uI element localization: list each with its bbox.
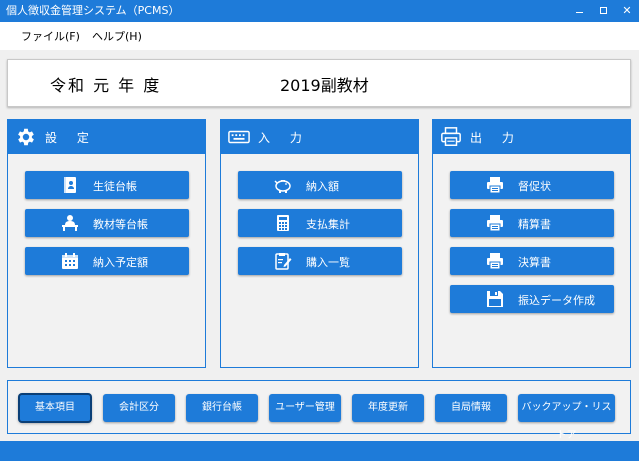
payment-summary-button[interactable]: 支払集計 — [238, 209, 402, 237]
title-bar[interactable]: 個人徴収金管理システム（PCMS） — [0, 0, 639, 22]
transfer-data-button[interactable]: 振込データ作成 — [450, 285, 614, 313]
user-management-button[interactable]: ユーザー管理 — [269, 394, 341, 422]
settings-panel: 設 定 生徒台帳 教材等台帳 納入予定額 — [7, 119, 206, 368]
materials-ledger-button[interactable]: 教材等台帳 — [25, 209, 189, 237]
keyboard-icon — [228, 130, 250, 144]
gear-icon — [18, 128, 34, 146]
menu-bar: ファイル(F) ヘルプ(H) — [0, 22, 639, 50]
purchase-list-label: 購入一覧 — [306, 256, 350, 269]
clipboard-edit-icon — [275, 253, 292, 270]
minimize-button[interactable] — [566, 0, 592, 22]
input-panel: 入 力 納入額 支払集計 購入一覧 — [220, 119, 419, 368]
printer-icon — [441, 127, 461, 146]
fiscal-year-label: 令和 元 年 度 — [50, 76, 162, 95]
student-ledger-label: 生徒台帳 — [93, 180, 137, 193]
financial-statement-label: 決算書 — [518, 256, 551, 269]
scheduled-payment-button[interactable]: 納入予定額 — [25, 247, 189, 275]
printer-icon — [487, 253, 503, 270]
fiscal-header: 令和 元 年 度 2019副教材 — [7, 59, 631, 107]
settlement-statement-button[interactable]: 精算書 — [450, 209, 614, 237]
close-button[interactable]: ✕ — [614, 0, 639, 22]
output-panel-header: 出 力 — [433, 120, 630, 154]
transfer-data-label: 振込データ作成 — [518, 294, 595, 307]
floppy-disk-icon — [487, 291, 503, 307]
printer-icon — [487, 215, 503, 232]
settings-panel-title: 設 定 — [45, 131, 97, 145]
bottom-toolbar: 基本項目 会計区分 銀行台帳 ユーザー管理 年度更新 自局情報 バックアップ・リ… — [7, 380, 631, 441]
bank-ledger-button[interactable]: 銀行台帳 — [186, 394, 258, 422]
calendar-icon — [62, 253, 78, 269]
materials-ledger-label: 教材等台帳 — [93, 218, 148, 231]
payment-amount-label: 納入額 — [306, 180, 339, 193]
input-panel-header: 入 力 — [221, 120, 418, 154]
student-book-icon — [64, 177, 76, 193]
settlement-statement-label: 精算書 — [518, 218, 551, 231]
scheduled-payment-label: 納入予定額 — [93, 256, 148, 269]
reminder-notice-button[interactable]: 督促状 — [450, 171, 614, 199]
teacher-desk-icon — [62, 215, 78, 231]
window-title: 個人徴収金管理システム（PCMS） — [6, 4, 180, 17]
maximize-icon — [599, 6, 607, 14]
calculator-icon — [277, 215, 289, 231]
year-update-button[interactable]: 年度更新 — [352, 394, 424, 422]
financial-statement-button[interactable]: 決算書 — [450, 247, 614, 275]
status-bar — [0, 441, 639, 461]
backup-restore-button[interactable]: バックアップ・リストア — [518, 394, 615, 441]
account-name-label: 2019副教材 — [280, 76, 369, 95]
menu-file[interactable]: ファイル(F) — [21, 29, 80, 45]
settings-panel-header: 設 定 — [8, 120, 205, 154]
output-panel-title: 出 力 — [470, 131, 522, 145]
payment-amount-button[interactable]: 納入額 — [238, 171, 402, 199]
output-panel: 出 力 督促状 精算書 決算書 振込データ作成 — [432, 119, 631, 368]
reminder-notice-label: 督促状 — [518, 180, 551, 193]
minimize-icon — [575, 12, 583, 13]
basic-items-button[interactable]: 基本項目 — [19, 394, 91, 422]
input-panel-title: 入 力 — [258, 131, 310, 145]
printer-icon — [487, 177, 503, 194]
purchase-list-button[interactable]: 購入一覧 — [238, 247, 402, 275]
menu-help[interactable]: ヘルプ(H) — [92, 29, 142, 45]
piggy-bank-icon — [274, 180, 291, 193]
office-info-button[interactable]: 自局情報 — [435, 394, 507, 422]
student-ledger-button[interactable]: 生徒台帳 — [25, 171, 189, 199]
close-icon: ✕ — [622, 4, 632, 17]
accounting-category-button[interactable]: 会計区分 — [103, 394, 175, 422]
maximize-button[interactable] — [590, 0, 616, 22]
payment-summary-label: 支払集計 — [306, 218, 350, 231]
